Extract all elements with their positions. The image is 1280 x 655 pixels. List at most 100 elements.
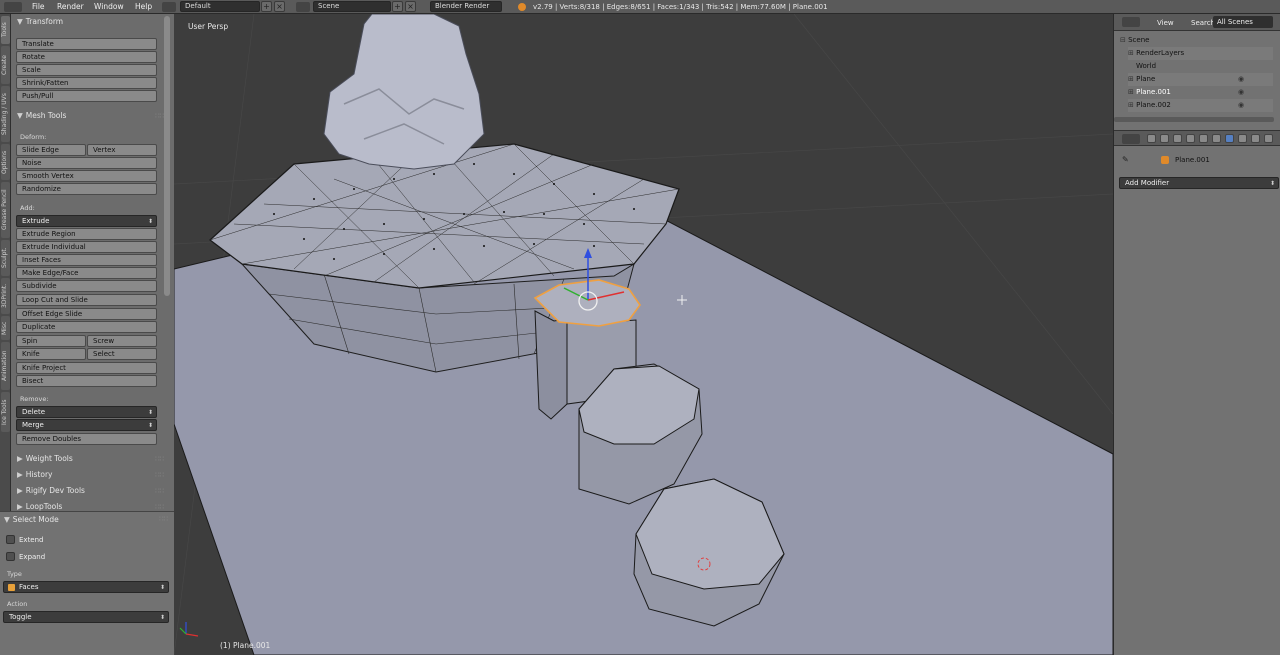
3d-viewport[interactable]: User Persp (1) Plane.001: [174, 14, 1113, 655]
outliner-editor-icon[interactable]: [1122, 17, 1140, 27]
panel-grip-icon[interactable]: ∷∷: [159, 515, 168, 523]
make-edge-face-button[interactable]: Make Edge/Face: [16, 267, 157, 279]
action-dropdown[interactable]: Toggle ⬍: [3, 611, 169, 623]
looptools-panel-header[interactable]: ▶ LoopTools: [17, 502, 62, 511]
material-tab-icon[interactable]: [1251, 134, 1260, 143]
display-mode-select[interactable]: All Scenes: [1213, 16, 1273, 28]
visibility-eye-icon[interactable]: ◉: [1238, 73, 1244, 86]
texture-tab-icon[interactable]: [1264, 134, 1273, 143]
tab-misc[interactable]: Misc: [1, 316, 10, 340]
spin-button[interactable]: Spin: [16, 335, 86, 347]
editor-type-icon[interactable]: [4, 2, 22, 12]
extrude-individual-button[interactable]: Extrude Individual: [16, 241, 157, 253]
collapse-icon[interactable]: ⊟: [1120, 36, 1128, 44]
tab-tools[interactable]: Tools: [1, 16, 10, 44]
menu-render[interactable]: Render: [57, 1, 84, 13]
tab-create[interactable]: Create: [1, 46, 10, 84]
outliner-search-menu[interactable]: Search: [1191, 19, 1215, 27]
inset-faces-button[interactable]: Inset Faces: [16, 254, 157, 266]
outliner-row-plane002[interactable]: ⊞ Plane.002 ◉: [1128, 99, 1273, 112]
subdivide-button[interactable]: Subdivide: [16, 280, 157, 292]
add-scene-icon[interactable]: +: [392, 1, 403, 12]
type-dropdown[interactable]: Faces ⬍: [3, 581, 169, 593]
scene-field[interactable]: Scene: [313, 1, 391, 12]
layout-icon[interactable]: [162, 2, 176, 12]
rock-sculpture[interactable]: [323, 14, 485, 170]
knife-project-button[interactable]: Knife Project: [16, 362, 157, 374]
rigify-dev-tools-panel-header[interactable]: ▶ Rigify Dev Tools: [17, 486, 85, 495]
layout-field[interactable]: Default: [180, 1, 260, 12]
offset-edge-slide-button[interactable]: Offset Edge Slide: [16, 308, 157, 320]
vertex-button[interactable]: Vertex: [87, 144, 157, 156]
shelf-scrollbar[interactable]: [164, 16, 170, 296]
screw-button[interactable]: Screw: [87, 335, 157, 347]
extrude-dropdown[interactable]: Extrude ⬍: [16, 215, 157, 227]
outliner-row-scene[interactable]: ⊟ Scene: [1120, 34, 1280, 47]
transform-panel-header[interactable]: ▼ Transform: [17, 17, 63, 26]
data-tab-icon[interactable]: [1238, 134, 1247, 143]
bisect-button[interactable]: Bisect: [16, 375, 157, 387]
world-tab-icon[interactable]: [1186, 134, 1195, 143]
merge-dropdown[interactable]: Merge ⬍: [16, 419, 157, 431]
visibility-eye-icon[interactable]: ◉: [1238, 99, 1244, 112]
translate-button[interactable]: Translate: [16, 38, 157, 50]
tab-options[interactable]: Options: [1, 144, 10, 180]
render-layers-tab-icon[interactable]: [1160, 134, 1169, 143]
slide-edge-button[interactable]: Slide Edge: [16, 144, 86, 156]
panel-grip-icon[interactable]: ∷∷: [155, 455, 164, 463]
outliner-row-renderlayers[interactable]: ⊞ RenderLayers: [1128, 47, 1273, 60]
knife-select-button[interactable]: Select: [87, 348, 157, 360]
remove-doubles-button[interactable]: Remove Doubles: [16, 433, 157, 445]
menu-help[interactable]: Help: [135, 1, 152, 13]
smooth-vertex-button[interactable]: Smooth Vertex: [16, 170, 157, 182]
column-1-sides[interactable]: [534, 310, 568, 420]
object-tab-icon[interactable]: [1199, 134, 1208, 143]
outliner-row-plane[interactable]: ⊞ Plane ◉: [1128, 73, 1273, 86]
visibility-eye-icon[interactable]: ◉: [1238, 86, 1244, 99]
expand-checkbox[interactable]: [6, 552, 15, 561]
weight-tools-panel-header[interactable]: ▶ Weight Tools: [17, 454, 73, 463]
extend-checkbox[interactable]: [6, 535, 15, 544]
tab-grease-pencil[interactable]: Grease Pencil: [1, 182, 10, 238]
expand-icon[interactable]: ⊞: [1128, 101, 1136, 109]
randomize-button[interactable]: Randomize: [16, 183, 157, 195]
tab-3dprint[interactable]: 3DPrint.: [1, 278, 10, 314]
scale-button[interactable]: Scale: [16, 64, 157, 76]
expand-icon[interactable]: ⊞: [1128, 49, 1136, 57]
panel-grip-icon[interactable]: ∷∷: [155, 112, 164, 120]
add-modifier-dropdown[interactable]: Add Modifier ⬍: [1119, 177, 1279, 189]
panel-grip-icon[interactable]: ∷∷: [155, 487, 164, 495]
render-engine-select[interactable]: Blender Render: [430, 1, 502, 12]
tab-ice-tools[interactable]: Ice Tools: [1, 392, 10, 432]
panel-grip-icon[interactable]: ∷∷: [155, 471, 164, 479]
loop-cut-slide-button[interactable]: Loop Cut and Slide: [16, 294, 157, 306]
modifiers-tab-icon[interactable]: [1225, 134, 1234, 143]
expand-icon[interactable]: ⊞: [1128, 75, 1136, 83]
select-mode-panel-header[interactable]: ▼ Select Mode: [4, 515, 59, 524]
constraints-tab-icon[interactable]: [1212, 134, 1221, 143]
render-tab-icon[interactable]: [1147, 134, 1156, 143]
tab-animation[interactable]: Animation: [1, 342, 10, 390]
menu-file[interactable]: File: [32, 1, 45, 13]
menu-window[interactable]: Window: [94, 1, 124, 13]
panel-grip-icon[interactable]: ∷∷: [155, 503, 164, 511]
remove-layout-icon[interactable]: ×: [274, 1, 285, 12]
knife-button[interactable]: Knife: [16, 348, 86, 360]
mesh-tools-panel-header[interactable]: ▼ Mesh Tools: [17, 111, 66, 120]
outliner-row-plane001[interactable]: ⊞ Plane.001 ◉: [1128, 86, 1273, 99]
expand-icon[interactable]: ⊞: [1128, 88, 1136, 96]
outliner-scrollbar[interactable]: [1114, 117, 1274, 122]
scene-tab-icon[interactable]: [1173, 134, 1182, 143]
tab-sculpt[interactable]: Sculpt.: [1, 240, 10, 276]
pin-icon[interactable]: ✎: [1122, 155, 1129, 164]
rotate-button[interactable]: Rotate: [16, 51, 157, 63]
push-pull-button[interactable]: Push/Pull: [16, 90, 157, 102]
extrude-region-button[interactable]: Extrude Region: [16, 228, 157, 240]
delete-dropdown[interactable]: Delete ⬍: [16, 406, 157, 418]
add-layout-icon[interactable]: +: [261, 1, 272, 12]
outliner-view-menu[interactable]: View: [1157, 19, 1174, 27]
outliner-row-world[interactable]: World: [1136, 60, 1280, 73]
tab-shading-uvs[interactable]: Shading / UVs: [1, 86, 10, 142]
properties-editor-icon[interactable]: [1122, 134, 1140, 144]
noise-button[interactable]: Noise: [16, 157, 157, 169]
